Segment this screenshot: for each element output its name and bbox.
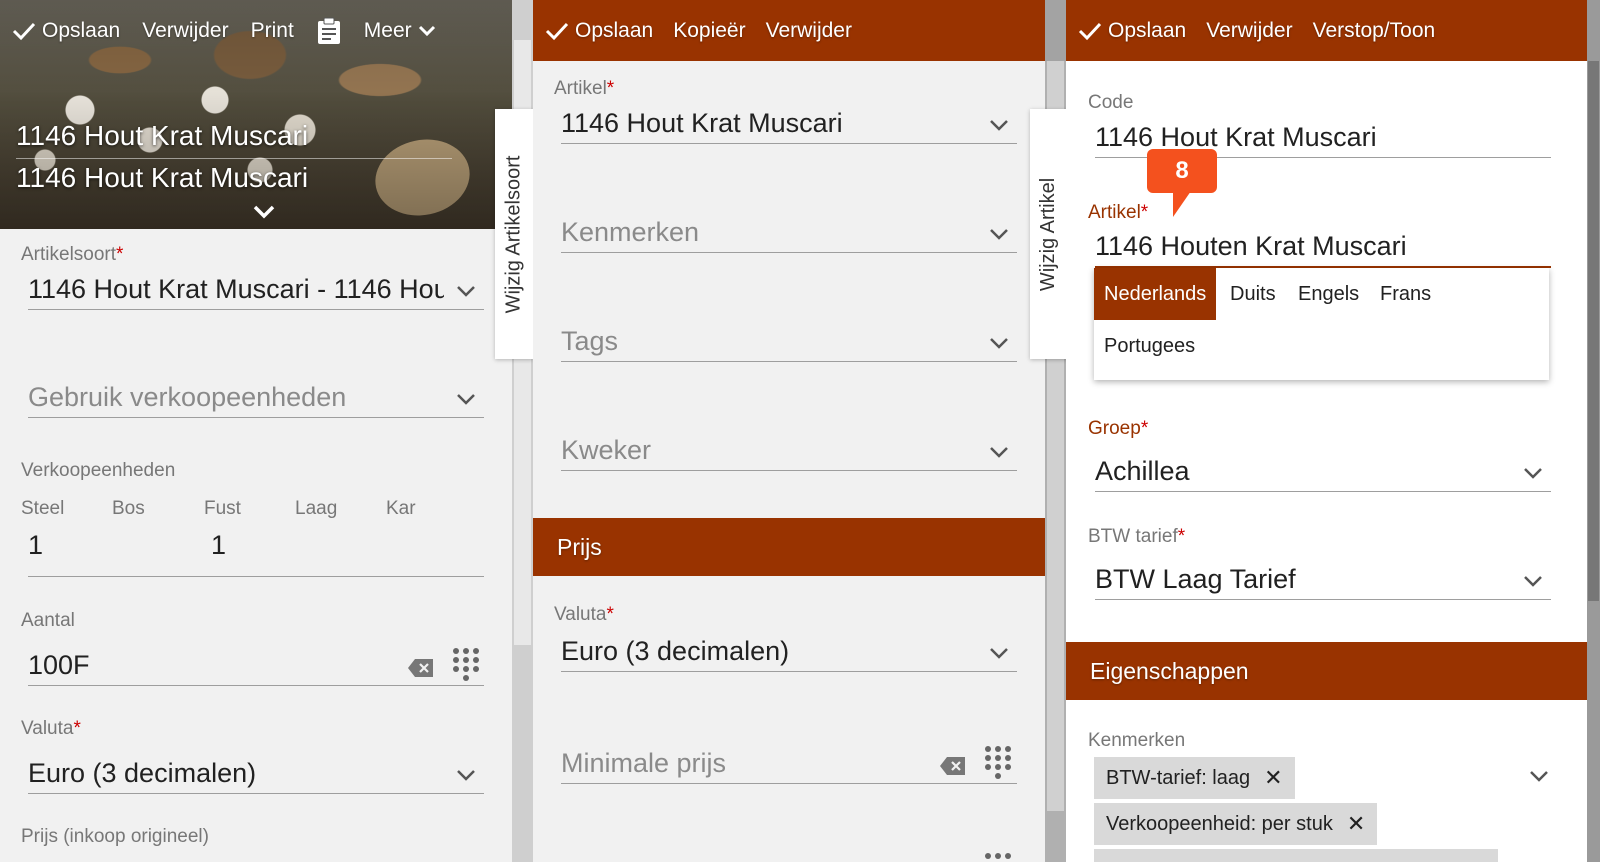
clipboard-button[interactable] bbox=[316, 17, 342, 45]
check-icon bbox=[1078, 22, 1102, 40]
kenmerk-chip: Verkoopeenheid: per stuk ✕ bbox=[1094, 803, 1378, 845]
save-button[interactable]: Opslaan bbox=[12, 19, 120, 43]
eigenschappen-section-header: Eigenschappen bbox=[1066, 642, 1587, 700]
more-menu-button[interactable]: Meer bbox=[364, 19, 436, 43]
aantal-label: Aantal bbox=[21, 610, 75, 631]
clipboard-icon bbox=[317, 17, 340, 44]
prijs-inkoop-label: Prijs (inkoop origineel) bbox=[21, 826, 209, 847]
delete-button[interactable]: Verwijder bbox=[142, 19, 228, 43]
artikel-panel: Opslaan Kopieër Verwijder Artikel* 1146 … bbox=[533, 0, 1045, 862]
lang-option-nederlands[interactable]: Nederlands bbox=[1094, 268, 1217, 320]
artikel-label: Artikel* bbox=[1088, 202, 1149, 223]
remove-chip-icon[interactable]: ✕ bbox=[1264, 765, 1282, 791]
expand-chevron-icon[interactable] bbox=[252, 204, 276, 220]
unit-value-steel[interactable]: 1 bbox=[28, 530, 43, 561]
wijzig-artikelsoort-tab[interactable]: Wijzig Artikelsoort bbox=[495, 109, 533, 359]
unit-header-kar: Kar bbox=[386, 498, 416, 519]
chevron-down-icon bbox=[990, 447, 1008, 458]
hero-title: 1146 Hout Krat Muscari bbox=[16, 120, 309, 151]
unit-value-fust[interactable]: 1 bbox=[211, 530, 226, 561]
notification-badge: 8 bbox=[1147, 149, 1217, 193]
kweker-select[interactable]: Kweker bbox=[561, 431, 1017, 471]
delete-button[interactable]: Verwijder bbox=[1206, 19, 1292, 43]
btw-label: BTW tarief* bbox=[1088, 526, 1186, 547]
chevron-down-icon bbox=[457, 394, 475, 405]
groep-label: Groep* bbox=[1088, 418, 1149, 439]
valuta-select[interactable]: Euro (3 decimalen) bbox=[561, 632, 1017, 672]
save-button[interactable]: Opslaan bbox=[1078, 19, 1186, 43]
lang-option-duits[interactable]: Duits bbox=[1220, 268, 1286, 320]
hero-image: Opslaan Verwijder Print Meer 1146 Hout K… bbox=[0, 0, 512, 229]
keypad-icon[interactable] bbox=[984, 850, 1012, 862]
keypad-icon[interactable] bbox=[984, 745, 1012, 781]
panel1-toolbar: Opslaan Verwijder Print Meer bbox=[0, 0, 512, 61]
copy-button[interactable]: Kopieër bbox=[673, 19, 745, 43]
chevron-down-icon bbox=[990, 338, 1008, 349]
remove-chip-icon[interactable]: ✕ bbox=[1347, 811, 1365, 837]
lang-option-engels[interactable]: Engels bbox=[1288, 268, 1369, 320]
code-label: Code bbox=[1088, 92, 1134, 113]
hero-subtitle: 1146 Hout Krat Muscari bbox=[16, 162, 309, 193]
delete-button[interactable]: Verwijder bbox=[766, 19, 852, 43]
print-button[interactable]: Print bbox=[251, 19, 294, 43]
valuta-select[interactable]: Euro (3 decimalen) bbox=[28, 754, 484, 794]
tags-select[interactable]: Tags bbox=[561, 322, 1017, 362]
valuta-label: Valuta* bbox=[21, 718, 81, 739]
panel2-toolbar: Opslaan Kopieër Verwijder bbox=[533, 0, 1045, 61]
unit-header-laag: Laag bbox=[295, 498, 338, 519]
unit-header-bos: Bos bbox=[112, 498, 145, 519]
groep-select[interactable]: Achillea bbox=[1095, 452, 1551, 492]
prijs-section-header: Prijs bbox=[533, 518, 1045, 576]
artikelsoort-label: Artikelsoort* bbox=[21, 244, 124, 265]
chevron-down-icon bbox=[457, 770, 475, 781]
chevron-down-icon bbox=[990, 120, 1008, 131]
verkoopeenheden-label: Verkoopeenheden bbox=[21, 460, 176, 481]
chevron-down-icon bbox=[1524, 576, 1542, 587]
language-menu: Nederlands Duits Engels Frans Portugees bbox=[1094, 268, 1549, 380]
kenmerken-select[interactable]: Kenmerken bbox=[561, 213, 1017, 253]
panel3-toolbar: Opslaan Verwijder Verstop/Toon bbox=[1066, 0, 1587, 61]
kenmerken-label: Kenmerken bbox=[1088, 730, 1186, 751]
check-icon bbox=[545, 22, 569, 40]
gebruik-verkoopeenheden-select[interactable]: Gebruik verkoopeenheden bbox=[28, 378, 484, 418]
artikelsoort-select[interactable]: 1146 Hout Krat Muscari - 1146 Hout Krat … bbox=[28, 270, 484, 310]
artikel-select[interactable]: 1146 Hout Krat Muscari bbox=[561, 104, 1017, 144]
chevron-down-icon bbox=[990, 229, 1008, 240]
kenmerk-chip-partial bbox=[1094, 849, 1498, 862]
chevron-down-icon[interactable] bbox=[1529, 770, 1549, 782]
save-button[interactable]: Opslaan bbox=[545, 19, 653, 43]
wijzig-artikel-tab[interactable]: Wijzig Artikel bbox=[1030, 109, 1068, 359]
toggle-visibility-button[interactable]: Verstop/Toon bbox=[1313, 19, 1436, 43]
artikel-input[interactable]: 1146 Houten Krat Muscari bbox=[1095, 228, 1551, 268]
lang-option-frans[interactable]: Frans bbox=[1370, 268, 1441, 320]
chevron-down-icon bbox=[457, 286, 475, 297]
unit-header-steel: Steel bbox=[21, 498, 65, 519]
lang-option-portugees[interactable]: Portugees bbox=[1094, 320, 1205, 372]
btw-select[interactable]: BTW Laag Tarief bbox=[1095, 560, 1551, 600]
panel3-scrollbar-thumb[interactable] bbox=[1588, 61, 1599, 601]
keypad-icon[interactable] bbox=[452, 647, 480, 683]
chevron-down-icon bbox=[990, 648, 1008, 659]
chevron-down-icon bbox=[1524, 468, 1542, 479]
valuta-label: Valuta* bbox=[554, 604, 614, 625]
artikel-edit-panel: Opslaan Verwijder Verstop/Toon Code 1146… bbox=[1066, 0, 1587, 862]
chevron-down-icon bbox=[418, 25, 435, 36]
kenmerk-chip: BTW-tarief: laag ✕ bbox=[1094, 757, 1295, 799]
check-icon bbox=[12, 22, 36, 40]
backspace-icon[interactable] bbox=[939, 755, 967, 777]
backspace-icon[interactable] bbox=[407, 657, 435, 679]
unit-header-fust: Fust bbox=[204, 498, 241, 519]
artikelsoort-panel: Opslaan Verwijder Print Meer 1146 Hout K… bbox=[0, 0, 512, 862]
artikel-label: Artikel* bbox=[554, 78, 615, 99]
